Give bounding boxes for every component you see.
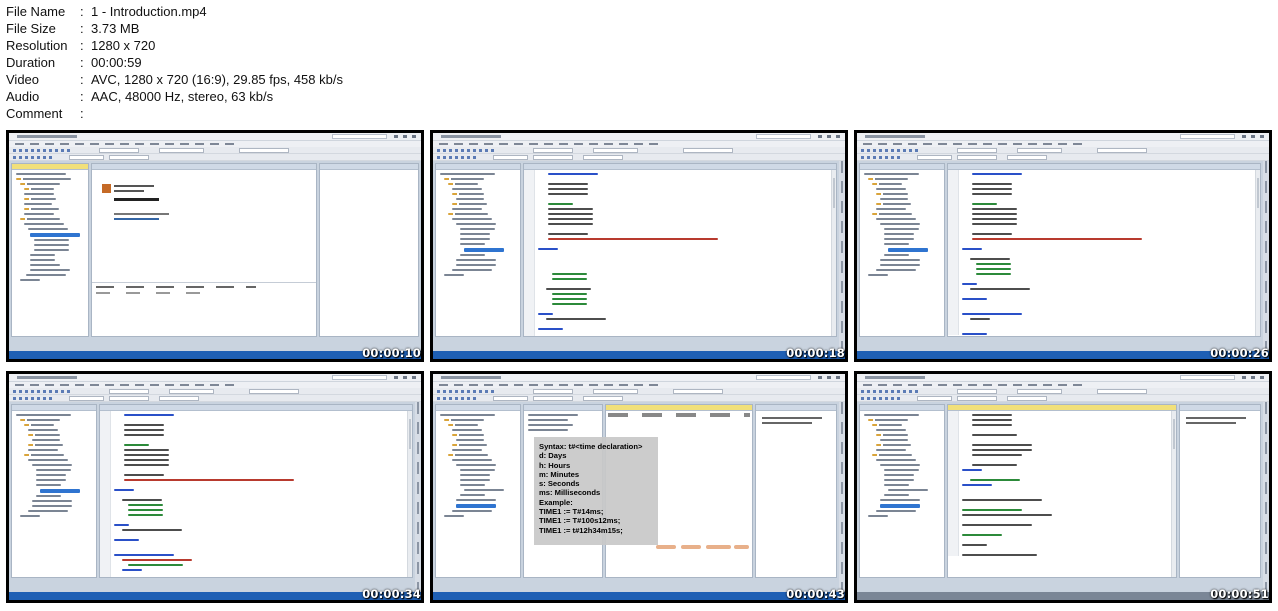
file-info-separator: :: [80, 72, 84, 87]
file-info-separator: :: [80, 38, 84, 53]
tooltip-line: Example:: [539, 497, 573, 507]
properties-pane: [319, 163, 419, 337]
file-info-key: Duration: [6, 55, 56, 70]
code-editor-pane: [947, 404, 1177, 578]
tooltip-line: h: Hours: [539, 460, 571, 470]
thumbnail-timestamp: 00:00:43: [786, 587, 845, 601]
file-info-row-duration: Duration : 00:00:59: [6, 54, 343, 71]
video-thumbnail-2[interactable]: 00:00:18: [430, 130, 848, 362]
file-info-row-file-name: File Name : 1 - Introduction.mp4: [6, 3, 343, 20]
file-info-key: Audio: [6, 89, 40, 104]
plc-service-page: [91, 163, 317, 337]
thumbnail-frame: [433, 133, 845, 359]
code-editor-pane: [99, 404, 413, 578]
thumbnail-timestamp: 00:00:10: [362, 346, 421, 360]
file-info-separator: :: [80, 4, 84, 19]
thumbnail-timestamp: 00:00:26: [1210, 346, 1269, 360]
code-editor-pane: [523, 163, 837, 337]
file-info-separator: :: [80, 21, 84, 36]
tooltip-line: Syntax: t#<time declaration>: [539, 442, 643, 451]
file-info-key: Resolution: [6, 38, 68, 53]
video-thumbnail-3[interactable]: 00:00:26: [854, 130, 1272, 362]
file-info-key: Video: [6, 72, 40, 87]
file-info-key: Comment: [6, 106, 63, 121]
thumbnail-frame: [857, 374, 1269, 600]
file-info-value: 3.73 MB: [91, 21, 140, 36]
file-info-separator: :: [80, 55, 84, 70]
solution-explorer-pane: [435, 404, 521, 578]
thumbnail-timestamp: 00:00:34: [362, 587, 421, 601]
thumbnail-frame: [9, 133, 421, 359]
solution-explorer-pane: [859, 163, 945, 337]
file-info-key: File Size: [6, 21, 56, 36]
file-info-value: AVC, 1280 x 720 (16:9), 29.85 fps, 458 k…: [91, 72, 343, 87]
file-info-row-comment: Comment :: [6, 105, 343, 122]
file-info-row-video: Video : AVC, 1280 x 720 (16:9), 29.85 fp…: [6, 71, 343, 88]
tooltip-line: ms: Milliseconds: [539, 488, 601, 498]
video-thumbnail-1[interactable]: 00:00:10: [6, 130, 424, 362]
tooltip-line: m: Minutes: [539, 469, 580, 479]
thumbnail-timestamp: 00:00:51: [1210, 587, 1269, 601]
file-info-key: File Name: [6, 4, 66, 19]
video-thumbnail-6[interactable]: 00:00:51: [854, 371, 1272, 603]
file-info-value: AAC, 48000 Hz, stereo, 63 kb/s: [91, 89, 274, 104]
tooltip-line: d: Days: [539, 451, 567, 461]
thumbnail-frame: [857, 133, 1269, 359]
solution-explorer-pane: [435, 163, 521, 337]
tooltip-line: TIME1 := T#14ms;: [539, 507, 604, 517]
solution-explorer-pane: [859, 404, 945, 578]
thumbnail-timestamp: 00:00:18: [786, 346, 845, 360]
thumbnail-frame: [9, 374, 421, 600]
code-editor-pane: [947, 163, 1261, 337]
file-info-row-resolution: Resolution : 1280 x 720: [6, 37, 343, 54]
tooltip-line: s: Seconds: [539, 479, 580, 489]
file-info-value: 00:00:59: [91, 55, 142, 70]
toolbox-pane: [1179, 404, 1261, 578]
solution-explorer-pane: [11, 163, 89, 337]
file-info-value: 1280 x 720: [91, 38, 156, 53]
time-syntax-tooltip: Syntax: t#<time declaration> d: Days h: …: [534, 437, 658, 545]
file-info-separator: :: [80, 106, 84, 121]
tooltip-line: TIME1 := T#100s12ms;: [539, 516, 621, 526]
tooltip-line: TIME1 := t#12h34m15s;: [539, 525, 623, 535]
file-info-value: 1 - Introduction.mp4: [91, 4, 207, 19]
solution-explorer-pane: [11, 404, 97, 578]
file-info-row-audio: Audio : AAC, 48000 Hz, stereo, 63 kb/s: [6, 88, 343, 105]
video-thumbnail-4[interactable]: 00:00:34: [6, 371, 424, 603]
video-thumbnail-5[interactable]: Syntax: t#<time declaration> d: Days h: …: [430, 371, 848, 603]
file-info-separator: :: [80, 89, 84, 104]
file-info-panel: File Name : 1 - Introduction.mp4 File Si…: [6, 3, 343, 122]
toolbox-pane: [755, 404, 837, 578]
file-info-row-file-size: File Size : 3.73 MB: [6, 20, 343, 37]
